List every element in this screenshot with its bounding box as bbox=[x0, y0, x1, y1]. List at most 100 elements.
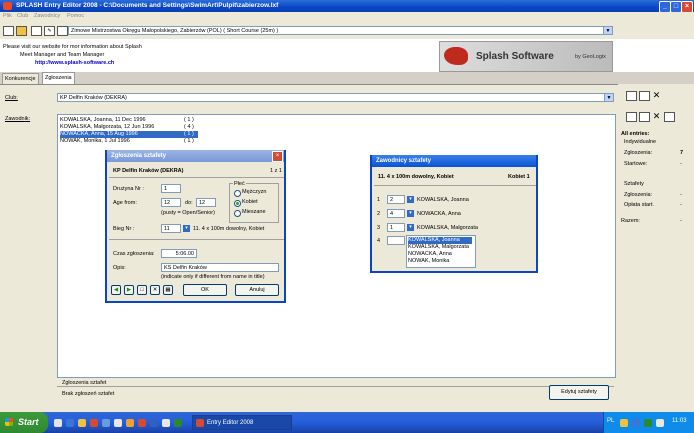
leg-swimmer-name: KOWALSKA, Joanna bbox=[417, 197, 469, 203]
quicklaunch-icon[interactable] bbox=[78, 419, 86, 427]
quicklaunch-icon[interactable] bbox=[150, 419, 158, 427]
dropdown-option[interactable]: NOWAK, Monika bbox=[408, 258, 449, 265]
leg-input[interactable] bbox=[387, 236, 405, 245]
leg-input[interactable]: 2 bbox=[387, 195, 405, 204]
swimmer-picker-icon[interactable]: ▾ bbox=[407, 210, 414, 217]
members-dialog-title: Zawodnicy sztafety bbox=[372, 155, 536, 167]
time-input[interactable]: 5:06.00 bbox=[161, 249, 197, 258]
quicklaunch-icon[interactable] bbox=[54, 419, 62, 427]
delete-icon[interactable]: ✕ bbox=[652, 91, 661, 100]
new-page-icon[interactable]: □ bbox=[137, 285, 147, 295]
export-icon[interactable] bbox=[57, 26, 68, 36]
quicklaunch-icon[interactable] bbox=[126, 419, 134, 427]
relay-members-dialog: Zawodnicy sztafety 11. 4 x 100m dowolny,… bbox=[370, 155, 538, 273]
dropdown-option[interactable]: KOWALSKA, Małgorzata bbox=[408, 244, 469, 251]
list-item[interactable]: NOWAK, Monika, 1 Jul 1996( 1 ) bbox=[60, 138, 198, 145]
quicklaunch-icon[interactable] bbox=[138, 419, 146, 427]
swimmer-picker-icon[interactable]: ▾ bbox=[407, 224, 414, 231]
quicklaunch-icon[interactable] bbox=[162, 419, 170, 427]
club-combo-value: KP Delfin Kraków (DEKRA) bbox=[60, 95, 127, 101]
chevron-down-icon[interactable]: ▼ bbox=[604, 94, 613, 101]
meet-combo[interactable]: Zimowe Mistrzostwa Okręgu Małopolskiego,… bbox=[68, 26, 613, 35]
dropdown-option[interactable]: NOWACKA, Anna bbox=[408, 251, 452, 258]
save-icon[interactable] bbox=[31, 26, 42, 36]
event-picker-icon[interactable]: ▾ bbox=[183, 225, 190, 232]
quicklaunch-icon[interactable] bbox=[174, 419, 182, 427]
start-button[interactable]: Start bbox=[0, 412, 48, 433]
new-swimmer-icon[interactable] bbox=[626, 112, 637, 122]
volume-icon[interactable] bbox=[656, 419, 664, 427]
swimmer-picker-icon[interactable]: ▾ bbox=[407, 196, 414, 203]
tab-events[interactable]: Konkurencje bbox=[2, 73, 39, 84]
cancel-button[interactable]: Anuluj bbox=[235, 284, 279, 296]
age-from-input[interactable]: 12 bbox=[161, 198, 181, 207]
leg-input[interactable]: 1 bbox=[387, 223, 405, 232]
copy-entry-icon[interactable] bbox=[639, 91, 650, 101]
window-title-bar: SPLASH Entry Editor 2008 - C:\Documents … bbox=[0, 0, 694, 13]
relay-fee-label: Opłata start. bbox=[624, 202, 654, 208]
taskbar-app-button[interactable]: Entry Editor 2008 bbox=[192, 415, 292, 430]
quicklaunch-icon[interactable] bbox=[114, 419, 122, 427]
leg-input[interactable]: 4 bbox=[387, 209, 405, 218]
desc-input[interactable]: KS Delfin Kraków bbox=[161, 263, 279, 272]
menu-club[interactable]: Club bbox=[17, 13, 28, 19]
event-input[interactable]: 11 bbox=[161, 224, 181, 233]
duplicate-icon[interactable] bbox=[664, 112, 675, 122]
desc-label: Opis: bbox=[113, 265, 126, 271]
relay-entries-label: Zgłoszenia: bbox=[624, 192, 653, 198]
gender-female-label: Kobiet bbox=[242, 199, 258, 205]
entries-label: Zgłoszenia: bbox=[624, 150, 653, 156]
close-icon[interactable]: × bbox=[272, 151, 283, 162]
tray-icon[interactable] bbox=[632, 419, 640, 427]
website-link[interactable]: http://www.splash-software.ch bbox=[35, 60, 114, 66]
leg-number: 1 bbox=[377, 197, 381, 203]
edit-icon[interactable]: ✎ bbox=[44, 26, 55, 36]
menu-bar: Plik Club Zawodnicy Pomoc bbox=[0, 12, 694, 22]
gender-group-label: Płeć bbox=[233, 181, 246, 187]
ok-button[interactable]: OK bbox=[183, 284, 227, 296]
club-combo[interactable]: KP Delfin Kraków (DEKRA) ▼ bbox=[57, 93, 614, 102]
tab-entries[interactable]: Zgłoszenia bbox=[42, 72, 75, 84]
age-hint: (pusty = Open/Senior) bbox=[161, 210, 215, 216]
list-item-selected[interactable]: NOWACKA, Anna, 15 Aug 1996( 1 ) bbox=[60, 131, 198, 138]
language-indicator[interactable]: PL bbox=[607, 418, 614, 424]
menu-help[interactable]: Pomoc bbox=[67, 13, 84, 19]
menu-file[interactable]: Plik bbox=[3, 13, 12, 19]
list-item[interactable]: KOWALSKA, Małgorzata, 12 Jun 1996( 4 ) bbox=[60, 124, 198, 131]
tab-bar: Konkurencje Zgłoszenia bbox=[0, 72, 694, 84]
tray-icon[interactable] bbox=[644, 419, 652, 427]
delete-icon[interactable]: ✕ bbox=[150, 285, 160, 295]
dialog-counter: 1 z 1 bbox=[270, 168, 282, 174]
edit-relays-button[interactable]: Edytuj sztafety bbox=[549, 385, 609, 400]
tray-icon[interactable] bbox=[620, 419, 628, 427]
relay-none-text: Brak zgłoszeń sztafet bbox=[62, 391, 115, 397]
delete-icon[interactable]: ✕ bbox=[652, 112, 661, 121]
toolbar: ✎ Zimowe Mistrzostwa Okręgu Małopolskieg… bbox=[0, 22, 694, 40]
next-arrow-icon[interactable]: ▶ bbox=[124, 285, 134, 295]
swimmer-dropdown[interactable]: KOWALSKA, Joanna KOWALSKA, Małgorzata NO… bbox=[406, 235, 476, 268]
list-item[interactable]: KOWALSKA, Joanna, 11 Dec 1996( 1 ) bbox=[60, 117, 198, 124]
copy-swimmer-icon[interactable] bbox=[639, 112, 650, 122]
quicklaunch-icon[interactable] bbox=[90, 419, 98, 427]
relay-entries-value: - bbox=[680, 192, 682, 198]
quicklaunch-icon[interactable] bbox=[102, 419, 110, 427]
leg-swimmer-name: NOWACKA, Anna bbox=[417, 211, 461, 217]
prev-arrow-icon[interactable]: ◀ bbox=[111, 285, 121, 295]
new-entry-icon[interactable] bbox=[626, 91, 637, 101]
relay-entry-dialog: Zgłoszenia sztafety × KP Delfin Kraków (… bbox=[105, 150, 286, 303]
new-file-icon[interactable] bbox=[3, 26, 14, 36]
age-to-input[interactable]: 12 bbox=[196, 198, 216, 207]
menu-swimmers[interactable]: Zawodnicy bbox=[34, 13, 60, 19]
gender-mixed-radio[interactable] bbox=[234, 210, 241, 217]
open-folder-icon[interactable] bbox=[16, 26, 27, 36]
team-no-input[interactable]: 1 bbox=[161, 184, 181, 193]
logo-by: by GeoLogix bbox=[575, 54, 606, 60]
desc-hint: (indicate only if different from name in… bbox=[161, 274, 265, 280]
gender-male-radio[interactable] bbox=[234, 190, 241, 197]
dropdown-option[interactable]: KOWALSKA, Joanna bbox=[408, 237, 472, 244]
chevron-down-icon[interactable]: ▼ bbox=[603, 27, 612, 34]
gender-group: Płeć Mężczyzn Kobiet Mieszane bbox=[229, 181, 279, 223]
quicklaunch-icon[interactable] bbox=[66, 419, 74, 427]
members-grid-icon[interactable]: ▦ bbox=[163, 285, 173, 295]
gender-female-radio[interactable] bbox=[234, 200, 241, 207]
